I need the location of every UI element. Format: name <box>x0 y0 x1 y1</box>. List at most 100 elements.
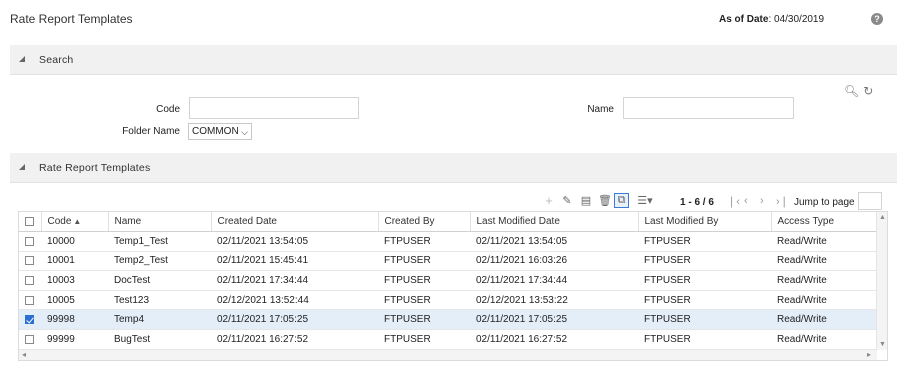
column-header-code[interactable]: Code ▲ <box>41 212 109 233</box>
cell-created-by: FTPUSER <box>378 251 470 272</box>
column-header-last-modified-date[interactable]: Last Modified Date <box>470 212 639 233</box>
cell-created-by: FTPUSER <box>378 290 470 311</box>
previous-page-icon[interactable]: ‹ <box>744 195 748 207</box>
cell-last-modified-date: 02/12/2021 13:53:22 <box>470 290 638 311</box>
help-icon[interactable]: ? <box>871 13 883 25</box>
cell-last-modified-by: FTPUSER <box>638 329 771 350</box>
cell-name: Temp2_Test <box>108 251 211 272</box>
cell-code: 10005 <box>41 290 108 311</box>
column-header-last-modified-by[interactable]: Last Modified By <box>638 212 772 233</box>
results-section-header[interactable]: Rate Report Templates <box>10 153 897 183</box>
table-row[interactable]: 10005 Test123 02/12/2021 13:52:44 FTPUSE… <box>19 290 877 311</box>
row-checkbox[interactable] <box>25 256 34 266</box>
vertical-scrollbar[interactable]: ▲ ▼ <box>876 212 887 350</box>
cell-created-date: 02/11/2021 13:54:05 <box>211 231 378 252</box>
collapse-triangle-icon[interactable] <box>19 164 25 170</box>
column-header-code-label: Code <box>47 216 72 228</box>
name-label: Name <box>587 104 614 115</box>
search-section-header[interactable]: Search <box>10 45 897 75</box>
cell-created-by: FTPUSER <box>378 270 470 291</box>
cell-created-date: 02/11/2021 17:34:44 <box>211 270 378 291</box>
add-icon[interactable]: + <box>543 194 555 207</box>
view-icon[interactable]: ▤ <box>580 195 592 207</box>
first-page-icon[interactable]: ❘‹ <box>727 195 740 208</box>
horizontal-scrollbar[interactable]: ◂ ▸ <box>19 349 877 360</box>
column-header-created-by[interactable]: Created By <box>378 212 471 233</box>
scroll-down-icon[interactable]: ▼ <box>879 341 886 348</box>
scroll-right-icon[interactable]: ▸ <box>867 350 871 359</box>
jump-to-page-label: Jump to page <box>794 197 855 208</box>
table-row[interactable]: 10003 DocTest 02/11/2021 17:34:44 FTPUSE… <box>19 270 877 291</box>
collapse-triangle-icon[interactable] <box>19 56 25 62</box>
copy-icon[interactable]: ⧉ <box>614 193 629 208</box>
column-header-created-date[interactable]: Created Date <box>211 212 379 233</box>
cell-access-type: Read/Write <box>771 270 877 291</box>
table-header-row: Code ▲ Name Created Date Created By Last … <box>19 212 878 233</box>
last-page-icon[interactable]: ›❘ <box>776 195 789 208</box>
as-of-date-label: As of Date <box>719 14 769 25</box>
code-label: Code <box>156 104 180 115</box>
cell-name: Test123 <box>108 290 211 311</box>
as-of-date: As of Date: 04/30/2019 <box>719 14 824 25</box>
row-checkbox[interactable] <box>25 236 34 246</box>
cell-created-date: 02/11/2021 17:05:25 <box>211 309 378 331</box>
edit-icon[interactable]: ✎ <box>561 195 573 207</box>
folder-name-value: COMMON <box>192 126 239 137</box>
cell-last-modified-by: FTPUSER <box>638 290 771 311</box>
search-icon[interactable]: 🔍︎ <box>844 84 859 98</box>
scroll-left-icon[interactable]: ◂ <box>22 350 26 359</box>
cell-last-modified-date: 02/11/2021 16:03:26 <box>470 251 638 272</box>
row-checkbox-checked[interactable] <box>25 315 34 325</box>
cell-last-modified-date: 02/11/2021 16:27:52 <box>470 329 638 350</box>
row-checkbox[interactable] <box>25 275 34 285</box>
cell-access-type: Read/Write <box>771 309 877 331</box>
next-page-icon[interactable]: › <box>760 195 764 207</box>
chevron-down-icon: ⌵ <box>241 127 248 137</box>
sort-ascending-icon: ▲ <box>73 217 82 227</box>
table-row[interactable]: 10000 Temp1_Test 02/11/2021 13:54:05 FTP… <box>19 231 877 252</box>
cell-last-modified-date: 02/11/2021 17:34:44 <box>470 270 638 291</box>
cell-code: 10001 <box>41 251 108 272</box>
delete-icon[interactable]: 🗑︎ <box>598 195 612 207</box>
scroll-up-icon[interactable]: ▲ <box>879 214 886 221</box>
name-input[interactable] <box>623 97 794 119</box>
folder-name-select[interactable]: COMMON ⌵ <box>188 123 252 140</box>
cell-last-modified-by: FTPUSER <box>638 231 771 252</box>
cell-code: 99999 <box>41 329 108 350</box>
cell-created-by: FTPUSER <box>378 329 470 350</box>
cell-last-modified-date: 02/11/2021 17:05:25 <box>470 309 638 331</box>
row-checkbox[interactable] <box>25 334 34 344</box>
row-checkbox[interactable] <box>25 295 34 305</box>
results-section-label: Rate Report Templates <box>39 162 151 174</box>
cell-name: DocTest <box>108 270 211 291</box>
select-all-checkbox[interactable] <box>25 216 34 226</box>
jump-to-page-input[interactable] <box>858 192 882 210</box>
select-all-cell[interactable] <box>19 212 42 233</box>
cell-last-modified-by: FTPUSER <box>638 270 771 291</box>
cell-last-modified-by: FTPUSER <box>638 309 771 331</box>
pager-text: 1 - 6 / 6 <box>680 197 714 208</box>
column-header-access-type[interactable]: Access Type <box>771 212 878 233</box>
table-row[interactable]: 10001 Temp2_Test 02/11/2021 15:45:41 FTP… <box>19 251 877 272</box>
cell-name: BugTest <box>108 329 211 350</box>
cell-created-date: 02/11/2021 15:45:41 <box>211 251 378 272</box>
pager-count: 1 - 6 / 6 <box>680 197 714 208</box>
cell-access-type: Read/Write <box>771 231 877 252</box>
refresh-icon[interactable]: ↻ <box>863 84 873 98</box>
folder-name-label: Folder Name <box>122 126 180 137</box>
cell-last-modified-date: 02/11/2021 13:54:05 <box>470 231 638 252</box>
column-header-name[interactable]: Name <box>108 212 212 233</box>
search-section-label: Search <box>39 54 74 66</box>
cell-code: 10000 <box>41 231 108 252</box>
column-view-icon[interactable]: ☰▾ <box>636 195 654 207</box>
table-row-selected[interactable]: 99998 Temp4 02/11/2021 17:05:25 FTPUSER … <box>19 309 877 331</box>
cell-code: 99998 <box>41 309 108 331</box>
cell-created-date: 02/11/2021 16:27:52 <box>211 329 378 350</box>
cell-code: 10003 <box>41 270 108 291</box>
cell-created-by: FTPUSER <box>378 231 470 252</box>
code-input[interactable] <box>189 97 359 119</box>
table-row[interactable]: 99999 BugTest 02/11/2021 16:27:52 FTPUSE… <box>19 329 877 350</box>
results-table: Code ▲ Name Created Date Created By Last … <box>18 211 888 361</box>
cell-access-type: Read/Write <box>771 251 877 272</box>
cell-name: Temp1_Test <box>108 231 211 252</box>
